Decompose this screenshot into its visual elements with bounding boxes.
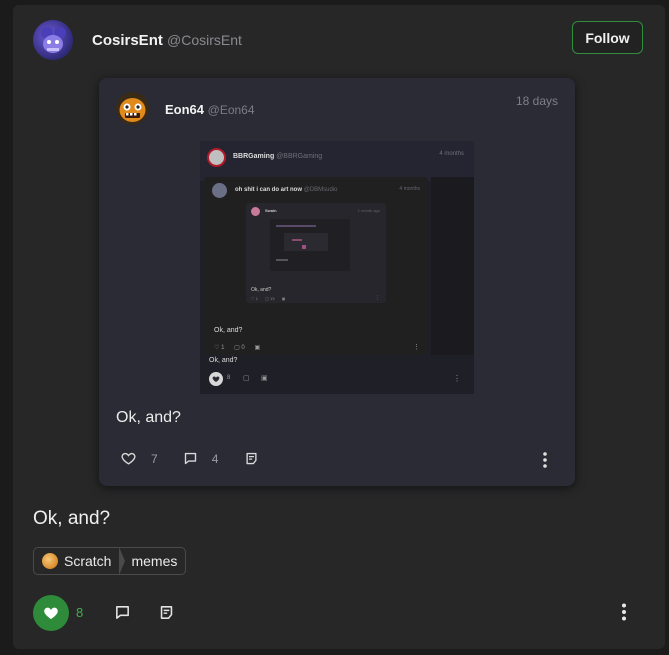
quoted-author-handle[interactable]: @Eon64: [208, 103, 255, 117]
tag-scratch[interactable]: Scratch: [34, 548, 119, 574]
shot-author-line: BBRGaming @BBRGaming: [233, 153, 322, 160]
shot-deep-quote: Swain 1 month ago Ok, and? ♡ 1 ▢ 13 ▣ ⋮: [246, 203, 386, 303]
shot-like-count: 8: [227, 375, 231, 381]
shot-liked-heart-icon: [209, 372, 223, 386]
shot-header: [200, 141, 474, 181]
shot-inner-heart-icon: ♡: [214, 345, 220, 351]
quoted-comment-button[interactable]: [183, 451, 198, 466]
like-count: 8: [76, 605, 84, 620]
shot-deep-more-icon: ⋮: [375, 295, 380, 301]
shot-inner-text: Ok, and?: [214, 327, 243, 334]
author-line: CosirsEnt @CosirsEnt: [92, 32, 242, 49]
quoted-author-avatar[interactable]: [116, 92, 149, 125]
shot-deep-heart-icon: ♡: [251, 296, 255, 301]
shot-author-handle: @BBRGaming: [276, 153, 323, 160]
more-vertical-icon: [622, 603, 626, 621]
shot-inner-like-count: 1: [221, 345, 225, 351]
follow-button[interactable]: Follow: [572, 21, 643, 54]
shot-inner-avatar: [212, 183, 227, 198]
shot-deep-timestamp: 1 month ago: [357, 208, 380, 213]
shot-deep-like-count: 1: [255, 296, 258, 301]
shot-inner-comment-count: 0: [241, 345, 245, 351]
more-button[interactable]: [621, 603, 627, 626]
tag-first-label: Scratch: [64, 553, 112, 569]
shot-author-name: BBRGaming: [233, 153, 275, 160]
shot-deepest-quote: [270, 219, 350, 271]
shot-deepest-content: [276, 225, 328, 261]
quoted-more-button[interactable]: [542, 452, 548, 473]
shot-deep-author: Swain: [265, 208, 277, 213]
comment-icon: [116, 606, 129, 619]
shot-inner-handle: @DBMsudio: [303, 187, 338, 193]
embedded-screenshot[interactable]: BBRGaming @BBRGaming 4 months oh shit i …: [200, 141, 474, 394]
quoted-comment-count: 4: [211, 451, 219, 466]
post-text: Ok, and?: [33, 508, 111, 529]
tag-second-label[interactable]: memes: [125, 553, 185, 569]
shot-deep-comment-icon: ▢: [265, 296, 269, 301]
quoted-timestamp: 18 days: [515, 94, 558, 108]
post-card: CosirsEnt @CosirsEnt Follow Eon64 @Eon64…: [13, 5, 665, 649]
comment-button[interactable]: [114, 604, 131, 626]
shot-inner-author-line: oh shit i can do art now @DBMsudio: [235, 187, 337, 193]
quoted-like-count: 7: [151, 451, 158, 466]
heart-icon: [121, 452, 136, 465]
avatar-image: [119, 98, 146, 122]
heart-icon: [44, 607, 58, 619]
shot-text: Ok, and?: [209, 357, 238, 364]
shot-more-icon: ⋮: [453, 374, 461, 383]
shot-inner-repost-icon: ▣: [254, 345, 261, 351]
shot-sidebar: [431, 177, 474, 355]
shot-repost-icon: ▣: [261, 375, 268, 382]
like-button[interactable]: [33, 595, 69, 631]
shot-deep-text: Ok, and?: [251, 287, 272, 293]
repost-button[interactable]: [158, 604, 175, 626]
quoted-like-button[interactable]: [121, 451, 136, 466]
shot-inner-author: oh shit i can do art now: [235, 187, 303, 193]
shot-deep-avatar: [251, 207, 260, 216]
quoted-text: Ok, and?: [116, 409, 181, 426]
tag-chip[interactable]: Scratch memes: [33, 547, 187, 575]
repost-icon: [160, 606, 173, 619]
shot-comment-icon: ▢: [243, 375, 250, 382]
shot-deep-repost-icon: ▣: [281, 296, 286, 301]
shot-inner-comment-icon: ▢: [234, 345, 240, 351]
quoted-post[interactable]: Eon64 @Eon64 18 days BBRGaming @BBRGamin…: [99, 78, 575, 486]
author-avatar[interactable]: [33, 20, 73, 60]
shot-inner-actions: ♡ 1 ▢ 0 ▣: [214, 344, 260, 351]
shot-avatar: [207, 148, 226, 167]
shot-deep-actions: ♡ 1 ▢ 13 ▣: [251, 296, 285, 301]
more-vertical-icon: [543, 452, 547, 468]
scratch-icon: [42, 553, 58, 569]
shot-inner-quote: oh shit i can do art now @DBMsudio 4 mon…: [204, 177, 428, 355]
avatar-image: [41, 27, 66, 53]
shot-inner-timestamp: 4 months: [399, 186, 420, 192]
quoted-repost-button[interactable]: [244, 451, 259, 466]
shot-inner-more-icon: ⋮: [413, 344, 420, 351]
shot-deep-comment-count: 13: [269, 296, 275, 301]
quoted-author-name[interactable]: Eon64: [165, 102, 204, 117]
author-name[interactable]: CosirsEnt: [92, 32, 163, 49]
quoted-author-line: Eon64 @Eon64: [165, 102, 255, 117]
shot-timestamp: 4 months: [439, 151, 464, 157]
comment-icon: [184, 452, 196, 465]
author-handle[interactable]: @CosirsEnt: [167, 32, 242, 48]
quoted-action-bar: 7 4: [121, 451, 259, 466]
repost-icon: [246, 452, 257, 465]
